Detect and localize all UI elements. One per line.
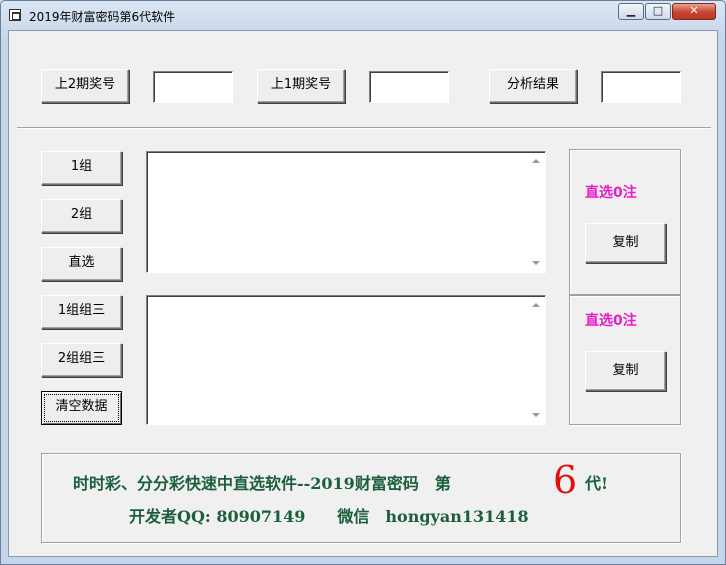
lower-result-textarea[interactable] (146, 295, 546, 425)
clear-data-button[interactable]: 清空数据 (41, 391, 122, 425)
minimize-button[interactable]: ▁ (618, 3, 644, 20)
prev1-draw-button[interactable]: 上1期奖号 (257, 69, 345, 103)
scroll-down-icon[interactable] (532, 261, 540, 265)
banner-developer-contact: 开发者QQ: 80907149 微信 hongyan131418 (129, 507, 529, 526)
group1-three-button[interactable]: 1组组三 (41, 295, 122, 329)
top-separator (17, 127, 711, 129)
lower-count-label: 直选0注 (585, 313, 637, 329)
analyze-result-button[interactable]: 分析结果 (489, 69, 577, 103)
analyze-result-input[interactable] (601, 71, 681, 103)
upper-scrollbar[interactable] (529, 153, 544, 271)
title-bar[interactable]: 2019年财富密码第6代软件 ▁ □ ✕ (1, 1, 725, 31)
prev1-draw-input[interactable] (369, 71, 449, 103)
upper-copy-button[interactable]: 复制 (585, 223, 666, 263)
prev2-draw-button[interactable]: 上2期奖号 (41, 69, 129, 103)
scroll-down-icon[interactable] (532, 413, 540, 417)
close-button[interactable]: ✕ (672, 3, 716, 20)
group1-button[interactable]: 1组 (41, 151, 122, 185)
form-client-area: 上2期奖号 上1期奖号 分析结果 1组 2组 直选 1组组三 2组组三 清空数据 (8, 30, 718, 557)
upper-count-frame (569, 149, 681, 295)
maximize-button[interactable]: □ (645, 3, 671, 20)
banner-generation-number: 6 (553, 458, 578, 502)
upper-count-label: 直选0注 (585, 185, 637, 201)
group2-button[interactable]: 2组 (41, 199, 122, 233)
direct-select-button[interactable]: 直选 (41, 247, 122, 281)
prev2-draw-input[interactable] (153, 71, 233, 103)
scroll-up-icon[interactable] (532, 159, 540, 163)
lower-scrollbar[interactable] (529, 297, 544, 423)
app-icon[interactable] (9, 9, 21, 21)
info-banner (41, 453, 681, 543)
group2-three-button[interactable]: 2组组三 (41, 343, 122, 377)
scroll-up-icon[interactable] (532, 303, 540, 307)
banner-line1-suffix: 代! (585, 474, 609, 493)
upper-result-textarea[interactable] (146, 151, 546, 273)
lower-copy-button[interactable]: 复制 (585, 351, 666, 391)
window-title: 2019年财富密码第6代软件 (29, 10, 176, 24)
banner-line1: 时时彩、分分彩快速中直选软件--2019财富密码 第 (73, 474, 451, 493)
app-window: 2019年财富密码第6代软件 ▁ □ ✕ 上2期奖号 上1期奖号 分析结果 1组… (0, 0, 726, 565)
